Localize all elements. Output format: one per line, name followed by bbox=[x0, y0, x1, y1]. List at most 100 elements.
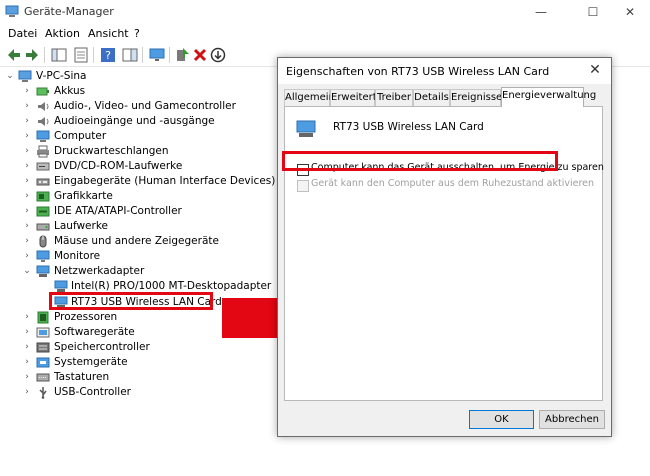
tree-root-label: V-PC-Sina bbox=[36, 70, 87, 82]
tree-item-label: Audioeingänge und -ausgänge bbox=[54, 115, 215, 127]
menu-help[interactable]: ? bbox=[134, 27, 140, 40]
svg-text:?: ? bbox=[105, 49, 111, 62]
speaker-icon bbox=[38, 117, 49, 126]
tree-item-label: DVD/CD-ROM-Laufwerke bbox=[54, 160, 183, 172]
chevron-right-icon[interactable]: › bbox=[22, 204, 32, 219]
tree-item-label: Softwaregeräte bbox=[54, 326, 135, 338]
tree-item-label: Prozessoren bbox=[54, 311, 118, 323]
tree-root[interactable]: ⌄ V-PC-Sina bbox=[0, 69, 260, 84]
chevron-right-icon[interactable]: › bbox=[22, 370, 32, 385]
highlight-box-tree-item bbox=[49, 292, 213, 310]
tab-erweitert[interactable]: Erweitert bbox=[330, 89, 377, 106]
system-device-icon bbox=[36, 357, 50, 368]
forward-icon[interactable] bbox=[23, 46, 41, 64]
uninstall-icon[interactable] bbox=[191, 46, 209, 64]
help-icon[interactable]: ? bbox=[99, 46, 117, 64]
tab-ereignisse[interactable]: Ereignisse bbox=[450, 89, 502, 106]
dialog-close-button[interactable]: ✕ bbox=[585, 60, 605, 80]
chevron-right-icon[interactable]: › bbox=[22, 159, 32, 174]
tree-item-mice[interactable]: › Mäuse und andere Zeigegeräte bbox=[0, 234, 270, 249]
chevron-right-icon[interactable]: › bbox=[22, 144, 32, 159]
tree-item-audio-io[interactable]: › Audioeingänge und -ausgänge bbox=[0, 114, 270, 129]
action-pane-icon[interactable] bbox=[121, 46, 139, 64]
show-hide-console-tree-icon[interactable] bbox=[50, 46, 68, 64]
chevron-right-icon[interactable]: › bbox=[22, 99, 32, 114]
tree-item-label: Speichercontroller bbox=[54, 341, 150, 353]
tree-item-label: Tastaturen bbox=[54, 371, 110, 383]
computer-icon bbox=[18, 70, 32, 82]
dialog-body: Allgemein Erweitert Treiber Details Erei… bbox=[278, 84, 611, 436]
chevron-right-icon[interactable]: › bbox=[22, 114, 32, 129]
tree-item-label: Grafikkarte bbox=[54, 190, 113, 202]
usb-icon bbox=[39, 387, 47, 399]
tree-item-audio-video[interactable]: › Audio-, Video- und Gamecontroller bbox=[0, 99, 270, 114]
cancel-button[interactable]: Abbrechen bbox=[539, 410, 605, 429]
tree-item-usb[interactable]: › USB-Controller bbox=[0, 385, 270, 400]
tab-treiber[interactable]: Treiber bbox=[375, 89, 413, 106]
menu-ansicht[interactable]: Ansicht bbox=[88, 27, 129, 40]
monitor-icon bbox=[36, 250, 50, 262]
tab-details[interactable]: Details bbox=[413, 89, 450, 106]
network-adapter-icon bbox=[296, 120, 316, 137]
menu-aktion[interactable]: Aktion bbox=[45, 27, 80, 40]
tree-item-label: USB-Controller bbox=[54, 386, 131, 398]
device-name: RT73 USB Wireless LAN Card bbox=[333, 121, 484, 133]
tree-item-keyboards[interactable]: › Tastaturen bbox=[0, 370, 270, 385]
toolbar-separator bbox=[44, 47, 45, 63]
tree-item-label: Computer bbox=[54, 130, 107, 142]
dialog-title: Eigenschaften von RT73 USB Wireless LAN … bbox=[286, 65, 550, 78]
tree-item-label: Audio-, Video- und Gamecontroller bbox=[54, 100, 236, 112]
chevron-right-icon[interactable]: › bbox=[22, 234, 32, 249]
close-button[interactable]: ✕ bbox=[610, 0, 650, 24]
toolbar-separator bbox=[93, 47, 94, 63]
drive-icon bbox=[36, 223, 50, 231]
chevron-right-icon[interactable]: › bbox=[22, 340, 32, 355]
software-device-icon bbox=[36, 327, 50, 338]
properties-icon[interactable] bbox=[72, 46, 90, 64]
update-driver-icon[interactable] bbox=[173, 46, 191, 64]
device-manager-icon bbox=[5, 5, 19, 17]
chevron-right-icon[interactable]: › bbox=[22, 355, 32, 370]
tree-item-computer[interactable]: › Computer bbox=[0, 129, 270, 144]
chevron-right-icon[interactable]: › bbox=[22, 310, 32, 325]
tree-item-label: Monitore bbox=[54, 250, 101, 262]
toolbar-separator bbox=[142, 47, 143, 63]
tree-item-monitors[interactable]: › Monitore bbox=[0, 249, 270, 264]
monitor-icon[interactable] bbox=[148, 46, 166, 64]
hid-icon bbox=[36, 178, 50, 186]
keyboard-icon bbox=[36, 373, 50, 382]
tab-allgemein[interactable]: Allgemein bbox=[284, 89, 335, 106]
toolbar-separator bbox=[169, 47, 170, 63]
tree-item-drives[interactable]: › Laufwerke bbox=[0, 219, 270, 234]
chevron-right-icon[interactable]: › bbox=[22, 189, 32, 204]
chevron-right-icon[interactable]: › bbox=[22, 84, 32, 99]
tree-item-print-queues[interactable]: › Druckwarteschlangen bbox=[0, 144, 270, 159]
chevron-down-icon[interactable]: ⌄ bbox=[5, 69, 15, 84]
menu-datei[interactable]: Datei bbox=[8, 27, 37, 40]
tree-item-ide[interactable]: › IDE ATA/ATAPI-Controller bbox=[0, 204, 270, 219]
tree-item-graphics[interactable]: › Grafikkarte bbox=[0, 189, 270, 204]
tree-item-label: Mäuse und andere Zeigegeräte bbox=[54, 235, 219, 247]
tree-item-label: Druckwarteschlangen bbox=[54, 145, 169, 157]
tab-energieverwaltung[interactable]: Energieverwaltung bbox=[501, 87, 596, 107]
chevron-right-icon[interactable]: › bbox=[22, 219, 32, 234]
tree-item-dvd[interactable]: › DVD/CD-ROM-Laufwerke bbox=[0, 159, 270, 174]
mouse-icon bbox=[39, 235, 47, 248]
scan-hardware-icon[interactable] bbox=[209, 46, 227, 64]
chevron-right-icon[interactable]: › bbox=[22, 174, 32, 189]
tree-item-akkus[interactable]: › Akkus bbox=[0, 84, 270, 99]
tree-item-label: IDE ATA/ATAPI-Controller bbox=[54, 205, 182, 217]
tree-item-hid[interactable]: › Eingabegeräte (Human Interface Devices… bbox=[0, 174, 275, 189]
tree-item-label: Systemgeräte bbox=[54, 356, 128, 368]
chevron-right-icon[interactable]: › bbox=[22, 385, 32, 400]
ok-button[interactable]: OK bbox=[469, 410, 534, 429]
chevron-right-icon[interactable]: › bbox=[22, 249, 32, 264]
chevron-down-icon[interactable]: ⌄ bbox=[22, 264, 32, 279]
minimize-button[interactable]: — bbox=[518, 0, 564, 24]
wake-label: Gerät kann den Computer aus dem Ruhezust… bbox=[311, 178, 595, 189]
back-icon[interactable] bbox=[5, 46, 23, 64]
highlight-box-power-option bbox=[282, 151, 558, 171]
window-title: Geräte-Manager bbox=[24, 5, 114, 18]
chevron-right-icon[interactable]: › bbox=[22, 325, 32, 340]
chevron-right-icon[interactable]: › bbox=[22, 129, 32, 144]
